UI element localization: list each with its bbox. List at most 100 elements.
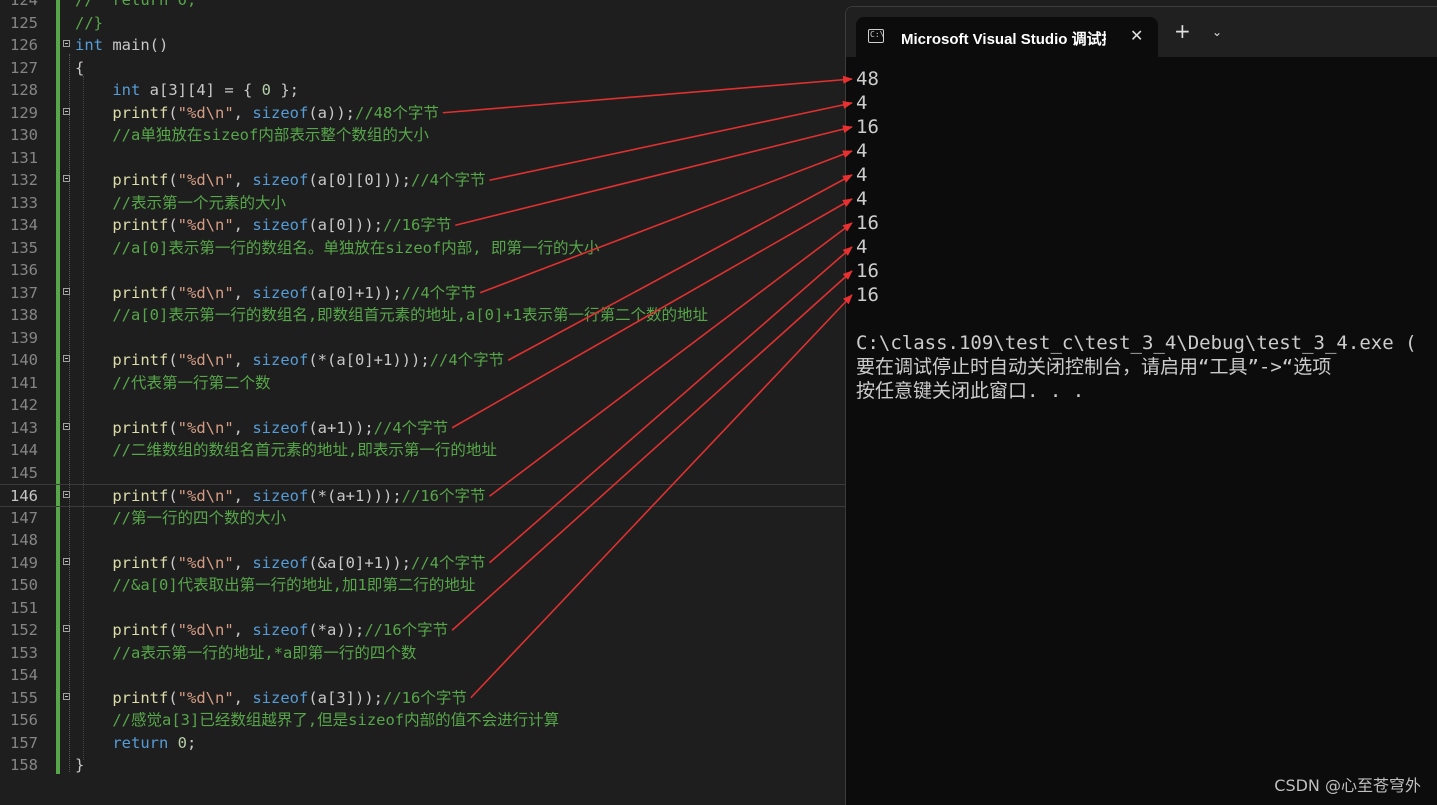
code-text: //a单独放在sizeof内部表示整个数组的大小: [75, 124, 429, 147]
code-line[interactable]: 134 printf("%d\n", sizeof(a[0]));//16字节: [0, 214, 845, 237]
code-line[interactable]: 155 printf("%d\n", sizeof(a[3]));//16个字节: [0, 687, 845, 710]
fold-toggle-icon[interactable]: [63, 625, 70, 632]
line-number: 158: [10, 756, 38, 774]
code-comment: //4个字节: [411, 553, 486, 572]
code-line[interactable]: 126 int main(): [0, 34, 845, 57]
close-icon[interactable]: ✕: [1130, 26, 1143, 45]
code-token: "%d\n": [177, 553, 234, 572]
code-text: //a[0]表示第一行的数组名。单独放在sizeof内部, 即第一行的大小: [75, 237, 599, 260]
code-text: //第一行的四个数的大小: [75, 507, 286, 530]
code-line[interactable]: 143 printf("%d\n", sizeof(a+1));//4个字节: [0, 417, 845, 440]
code-token: sizeof: [252, 216, 309, 234]
code-token: printf: [112, 487, 169, 505]
fold-toggle-icon[interactable]: [63, 175, 70, 182]
code-line[interactable]: 152 printf("%d\n", sizeof(*a));//16个字节: [0, 619, 845, 642]
line-number: 157: [10, 733, 38, 752]
code-line[interactable]: 158}: [0, 754, 845, 777]
code-line[interactable]: 157 return 0;: [0, 732, 845, 755]
fold-toggle-icon[interactable]: [63, 692, 70, 700]
code-line[interactable]: 144 //二维数组的数组名首元素的地址,即表示第一行的地址: [0, 439, 845, 462]
code-line[interactable]: 150 //&a[0]代表取出第一行的地址,加1即第二行的地址: [0, 574, 845, 597]
code-comment: //代表第一行第二个数: [112, 373, 271, 392]
fold-toggle-icon[interactable]: [63, 422, 70, 430]
press-any-key-message: 按任意键关闭此窗口. . .: [856, 380, 1085, 402]
fold-toggle-icon[interactable]: [63, 40, 70, 47]
code-text: printf("%d\n", sizeof(a[0]+1));//4个字节: [75, 282, 476, 305]
code-token: "%d\n": [177, 487, 234, 505]
code-comment: //感觉a[3]已经数组越界了,但是sizeof内部的值不会进行计算: [112, 711, 560, 729]
code-line[interactable]: 129 printf("%d\n", sizeof(a));//48个字节: [0, 102, 845, 125]
code-token: "%d\n": [177, 283, 234, 302]
code-token: (: [168, 418, 178, 437]
line-number: 151: [10, 598, 38, 617]
line-number: 154: [10, 666, 38, 684]
code-line[interactable]: 147 //第一行的四个数的大小: [0, 507, 845, 530]
code-token: printf: [112, 621, 169, 639]
code-token: (: [168, 621, 178, 639]
code-line[interactable]: 145: [0, 462, 845, 485]
line-number: 153: [10, 643, 38, 662]
fold-toggle-icon[interactable]: [63, 355, 70, 362]
code-token: (&a[0]+1));: [308, 553, 411, 572]
console-tab[interactable]: C:\ Microsoft Visual Studio 调试控制台 ✕: [856, 17, 1158, 57]
line-number: 125: [10, 13, 38, 32]
code-text: printf("%d\n", sizeof(a[3]));//16个字节: [75, 687, 467, 710]
code-line[interactable]: 156 //感觉a[3]已经数组越界了,但是sizeof内部的值不会进行计算: [0, 709, 845, 732]
code-line[interactable]: 135 //a[0]表示第一行的数组名。单独放在sizeof内部, 即第一行的大…: [0, 237, 845, 260]
code-line[interactable]: 148: [0, 529, 845, 552]
code-comment: //16个字节: [401, 487, 486, 505]
line-number: 137: [10, 283, 38, 302]
code-line[interactable]: 131: [0, 147, 845, 170]
line-number: 150: [10, 576, 38, 594]
fold-toggle-icon[interactable]: [63, 557, 70, 565]
console-window[interactable]: C:\ Microsoft Visual Studio 调试控制台 ✕ + ⌄ …: [845, 6, 1437, 805]
code-line[interactable]: 153 //a表示第一行的地址,*a即第一行的四个数: [0, 642, 845, 665]
code-token: (: [168, 216, 178, 234]
code-line[interactable]: 149 printf("%d\n", sizeof(&a[0]+1));//4个…: [0, 552, 845, 575]
code-line[interactable]: 124 // return 0;: [0, 0, 845, 12]
watermark: CSDN @心至苍穹外: [1274, 776, 1421, 795]
line-number: 140: [10, 351, 38, 369]
code-line[interactable]: 138 //a[0]表示第一行的数组名,即数组首元素的地址,a[0]+1表示第一…: [0, 304, 845, 327]
code-line[interactable]: 142: [0, 394, 845, 417]
code-token: 0: [261, 81, 271, 99]
code-line[interactable]: 128 int a[3][4] = { 0 };: [0, 79, 845, 102]
code-token: printf: [112, 553, 169, 572]
code-token: sizeof: [252, 351, 309, 369]
output-value: 16: [856, 284, 879, 306]
code-token: printf: [112, 418, 169, 437]
code-line[interactable]: 137 printf("%d\n", sizeof(a[0]+1));//4个字…: [0, 282, 845, 305]
code-line[interactable]: 136: [0, 259, 845, 282]
code-line[interactable]: 146 printf("%d\n", sizeof(*(a+1)));//16个…: [0, 484, 845, 507]
code-line[interactable]: 130 //a单独放在sizeof内部表示整个数组的大小: [0, 124, 845, 147]
code-token: printf: [112, 283, 169, 302]
code-line[interactable]: 139: [0, 327, 845, 350]
chevron-down-icon[interactable]: ⌄: [1212, 25, 1222, 39]
code-comment: //第一行的四个数的大小: [112, 508, 286, 527]
fold-toggle-icon[interactable]: [63, 107, 70, 115]
fold-toggle-icon[interactable]: [63, 491, 70, 498]
code-token: ,: [233, 351, 253, 369]
code-line[interactable]: 154: [0, 664, 845, 687]
code-line[interactable]: 141 //代表第一行第二个数: [0, 372, 845, 395]
code-line[interactable]: 132 printf("%d\n", sizeof(a[0][0]));//4个…: [0, 169, 845, 192]
code-line[interactable]: 127 {: [0, 57, 845, 80]
output-values: 48 4 16 4 4 4 16 4 16 16: [856, 67, 1437, 307]
code-token: sizeof: [252, 418, 309, 437]
code-token: (a));: [308, 103, 356, 122]
code-line[interactable]: 140 printf("%d\n", sizeof(*(a[0]+1)));//…: [0, 349, 845, 372]
code-line[interactable]: 133 //表示第一个元素的大小: [0, 192, 845, 215]
fold-toggle-icon[interactable]: [63, 287, 70, 295]
code-line[interactable]: 125 //}: [0, 12, 845, 35]
code-line[interactable]: 151: [0, 597, 845, 620]
new-tab-icon[interactable]: +: [1174, 21, 1191, 41]
